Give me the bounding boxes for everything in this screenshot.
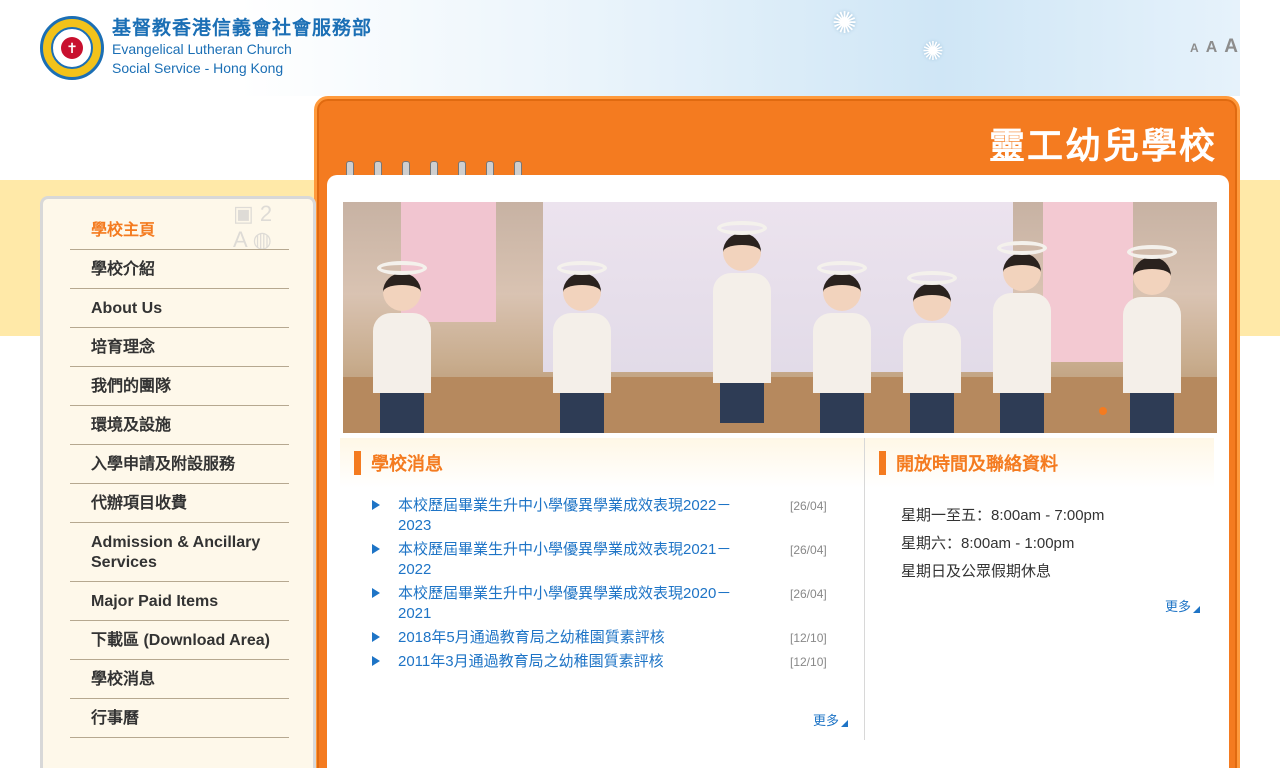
child-figure [553, 261, 611, 433]
triangle-bullet-icon [372, 500, 380, 510]
sidebar-item-fees[interactable]: 代辦項目收費 [70, 484, 289, 523]
news-item: 本校歷屆畢業生升中小學優異學業成效表現2022－2023 [26/04] [340, 496, 864, 536]
news-item: 本校歷屆畢業生升中小學優異學業成效表現2020－2021 [26/04] [340, 584, 864, 624]
banner-photo [343, 202, 1217, 433]
corner-arrow-icon [1193, 606, 1200, 613]
dandelion-decoration: ✺ [832, 7, 858, 40]
child-figure [1123, 245, 1181, 433]
sidebar-item-philosophy[interactable]: 培育理念 [70, 328, 289, 367]
child-figure [813, 261, 871, 433]
child-figure [993, 241, 1051, 433]
triangle-bullet-icon [372, 544, 380, 554]
news-item: 2011年3月通過教育局之幼稚園質素評核 [12/10] [340, 652, 864, 672]
news-item: 2018年5月通過教育局之幼稚園質素評核 [12/10] [340, 628, 864, 648]
sidebar-item-calendar[interactable]: 行事曆 [70, 699, 289, 738]
sidebar-item-team[interactable]: 我們的團隊 [70, 367, 289, 406]
sidebar-item-admission[interactable]: 入學申請及附設服務 [70, 445, 289, 484]
font-size-small-button[interactable]: A [1190, 41, 1199, 55]
hours-weekdays: 星期一至五：8:00am - 7:00pm [901, 507, 1105, 524]
news-date: [26/04] [790, 499, 827, 513]
sidebar-item-about-us[interactable]: About Us [70, 289, 289, 328]
news-link[interactable]: 本校歷屆畢業生升中小學優異學業成效表現2021－2022 [398, 540, 758, 580]
news-link[interactable]: 本校歷屆畢業生升中小學優異學業成效表現2020－2021 [398, 584, 758, 624]
triangle-bullet-icon [372, 588, 380, 598]
news-item: 本校歷屆畢業生升中小學優異學業成效表現2021－2022 [26/04] [340, 540, 864, 580]
font-size-large-button[interactable]: A [1224, 36, 1238, 58]
header-sky-background [240, 0, 1240, 96]
sidebar-item-introduction[interactable]: 學校介紹 [70, 250, 289, 289]
sidebar: ▣ 2A ◍ 學校主頁 學校介紹 About Us 培育理念 我們的團隊 環境及… [40, 196, 316, 768]
logo-chinese-name: 基督教香港信義會社會服務部 [112, 18, 373, 39]
logo-english-line1: Evangelical Lutheran Church [112, 41, 292, 57]
school-news-section: 學校消息 本校歷屆畢業生升中小學優異學業成效表現2022－2023 [26/04… [340, 438, 864, 744]
sidebar-item-download[interactable]: 下載區 (Download Area) [70, 621, 289, 660]
hours-sunday-holiday: 星期日及公眾假期休息 [901, 563, 1052, 580]
news-date: [26/04] [790, 543, 827, 557]
news-list: 本校歷屆畢業生升中小學優異學業成效表現2022－2023 [26/04] 本校歷… [340, 488, 864, 672]
carousel-indicator[interactable] [1099, 407, 1107, 415]
triangle-bullet-icon [372, 656, 380, 666]
logo-english-line2: Social Service - Hong Kong [112, 60, 284, 76]
sidebar-nav: 學校主頁 學校介紹 About Us 培育理念 我們的團隊 環境及設施 入學申請… [70, 211, 289, 738]
school-title: 靈工幼兒學校 [988, 126, 1217, 167]
news-link[interactable]: 2011年3月通過教育局之幼稚園質素評核 [398, 652, 758, 672]
news-link[interactable]: 本校歷屆畢業生升中小學優異學業成效表現2022－2023 [398, 496, 758, 536]
child-figure [903, 271, 961, 433]
font-size-controls: A A A [1190, 36, 1238, 58]
triangle-bullet-icon [372, 632, 380, 642]
opening-hours-section: 開放時間及聯絡資料 星期一至五：8:00am - 7:00pm 星期六：8:00… [865, 438, 1214, 744]
sidebar-item-news[interactable]: 學校消息 [70, 660, 289, 699]
sidebar-item-home[interactable]: 學校主頁 [70, 211, 289, 250]
news-more-link[interactable]: 更多 [813, 710, 848, 729]
news-date: [12/10] [790, 631, 827, 645]
school-news-title: 學校消息 [371, 454, 443, 474]
font-size-medium-button[interactable]: A [1206, 39, 1218, 57]
news-link[interactable]: 2018年5月通過教育局之幼稚園質素評核 [398, 628, 758, 648]
site-logo[interactable]: ✝ 基督教香港信義會社會服務部 Evangelical Lutheran Chu… [40, 16, 372, 80]
hours-saturday: 星期六：8:00am - 1:00pm [901, 535, 1075, 552]
hours-more-link[interactable]: 更多 [1165, 596, 1200, 615]
lutheran-seal-icon: ✝ [40, 16, 104, 80]
hours-list: 星期一至五：8:00am - 7:00pm 星期六：8:00am - 1:00p… [865, 488, 1214, 586]
sidebar-item-facilities[interactable]: 環境及設施 [70, 406, 289, 445]
sidebar-item-admission-en[interactable]: Admission & Ancillary Services [70, 523, 289, 582]
child-figure [373, 261, 431, 433]
opening-hours-title: 開放時間及聯絡資料 [896, 454, 1058, 474]
dandelion-decoration: ✺ [922, 36, 944, 66]
news-date: [12/10] [790, 655, 827, 669]
sidebar-item-paid-items[interactable]: Major Paid Items [70, 582, 289, 621]
child-figure [713, 221, 771, 423]
news-date: [26/04] [790, 587, 827, 601]
corner-arrow-icon [841, 720, 848, 727]
